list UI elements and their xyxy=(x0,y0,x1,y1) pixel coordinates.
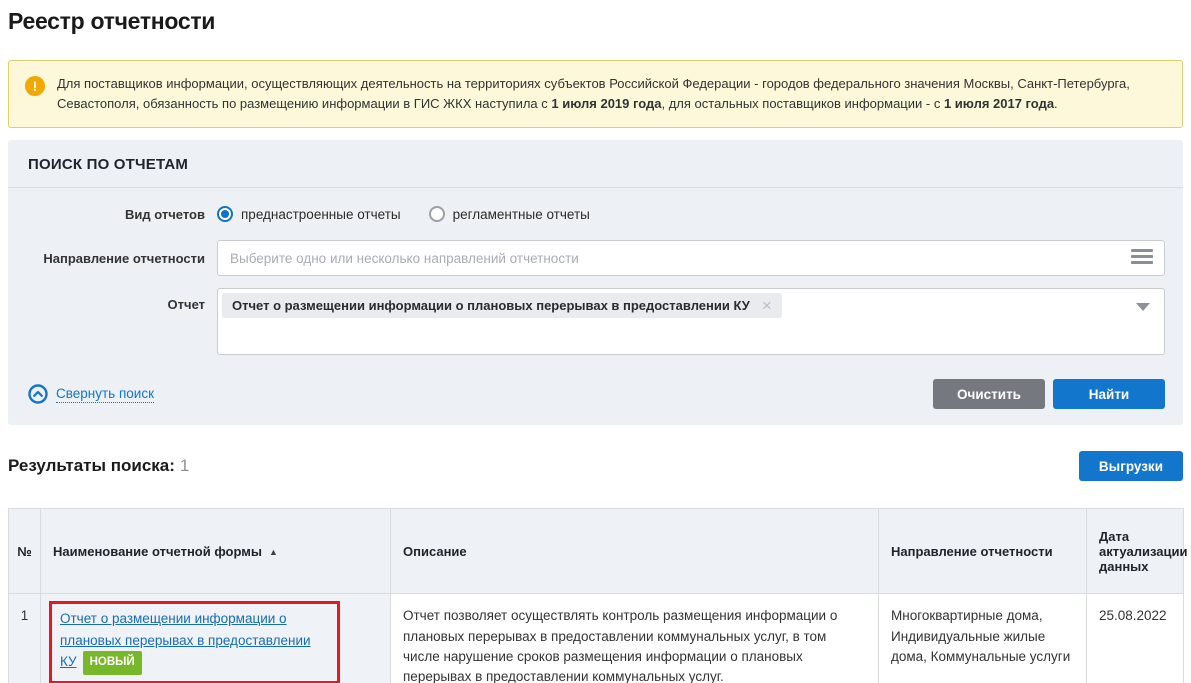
warning-icon: ! xyxy=(25,76,45,96)
highlight-red-box: Отчет о размещении информации о плановых… xyxy=(49,601,340,683)
radio-selected-icon[interactable] xyxy=(217,206,233,222)
radio-dot xyxy=(221,210,229,218)
close-icon[interactable]: × xyxy=(762,299,772,313)
search-panel-title: ПОИСК ПО ОТЧЕТАМ xyxy=(28,156,188,173)
new-badge: НОВЫЙ xyxy=(83,651,142,674)
results-table: № Наименование отчетной формы▲ Описание … xyxy=(8,508,1184,683)
row-description-cell: Отчет позволяет осуществлять контроль ра… xyxy=(391,594,879,683)
direction-label: Направление отчетности xyxy=(8,251,205,266)
radio-unselected-icon[interactable] xyxy=(429,206,445,222)
page-title: Реестр отчетности xyxy=(8,8,1183,35)
table-header-row: № Наименование отчетной формы▲ Описание … xyxy=(9,509,1184,594)
results-header: Результаты поиска: 1 Выгрузки xyxy=(8,451,1183,481)
chevron-down-icon[interactable] xyxy=(1136,303,1150,311)
results-count: 1 xyxy=(180,456,189,475)
row-name-cell: Отчет о размещении информации о плановых… xyxy=(41,594,391,683)
column-header-name[interactable]: Наименование отчетной формы ▲ xyxy=(41,509,391,594)
report-multiselect[interactable]: Отчет о размещении информации о плановых… xyxy=(217,288,1165,355)
radio-preset-reports[interactable]: преднастроенные отчеты xyxy=(217,206,401,222)
banner-text-after: . xyxy=(1054,96,1058,111)
report-type-label: Вид отчетов xyxy=(8,207,205,222)
exports-button[interactable]: Выгрузки xyxy=(1079,451,1183,481)
column-header-num: № xyxy=(9,509,41,594)
column-header-name-label: Наименование отчетной формы xyxy=(53,544,262,559)
selected-report-tag-label: Отчет о размещении информации о плановых… xyxy=(232,298,750,313)
banner-bold-date-2: 1 июля 2017 года xyxy=(944,96,1054,111)
radio-preset-reports-label: преднастроенные отчеты xyxy=(241,207,401,222)
sort-asc-icon[interactable]: ▲ xyxy=(269,547,278,557)
row-updated-cell: 25.08.2022 xyxy=(1087,594,1184,683)
radio-regulated-reports[interactable]: регламентные отчеты xyxy=(429,206,590,222)
row-direction-cell: Многоквартирные дома, Индивидуальные жил… xyxy=(879,594,1087,683)
report-row: Отчет Отчет о размещении информации о пл… xyxy=(8,288,1183,355)
report-registry-page: Реестр отчетности ! Для поставщиков инфо… xyxy=(0,0,1191,683)
clear-button[interactable]: Очистить xyxy=(933,379,1045,409)
table-row: 1 Отчет о размещении информации о планов… xyxy=(9,594,1184,683)
report-label: Отчет xyxy=(8,297,205,312)
direction-row: Направление отчетности xyxy=(8,240,1183,276)
banner-bold-date-1: 1 июля 2019 года xyxy=(551,96,661,111)
radio-regulated-reports-label: регламентные отчеты xyxy=(453,207,590,222)
search-buttons: Очистить Найти xyxy=(933,379,1165,409)
collapse-search-label: Свернуть поиск xyxy=(56,386,154,403)
column-header-direction: Направление отчетности xyxy=(879,509,1087,594)
search-form: Вид отчетов преднастроенные отчеты регла… xyxy=(8,188,1183,409)
direction-input[interactable] xyxy=(217,240,1165,276)
row-num-cell: 1 xyxy=(9,594,41,683)
banner-text: Для поставщиков информации, осуществляющ… xyxy=(57,74,1162,114)
search-panel: ПОИСК ПО ОТЧЕТАМ Вид отчетов преднастрое… xyxy=(8,140,1183,425)
banner-text-middle: , для остальных поставщиков информации -… xyxy=(661,96,943,111)
results-label: Результаты поиска: xyxy=(8,456,175,475)
list-icon[interactable] xyxy=(1131,249,1153,267)
search-panel-footer: Свернуть поиск Очистить Найти xyxy=(8,379,1183,409)
direction-field-wrap xyxy=(217,240,1165,276)
column-header-description: Описание xyxy=(391,509,879,594)
report-type-row: Вид отчетов преднастроенные отчеты регла… xyxy=(8,206,1183,222)
results-summary: Результаты поиска: 1 xyxy=(8,456,189,476)
report-type-radio-group: преднастроенные отчеты регламентные отче… xyxy=(217,206,1165,222)
find-button[interactable]: Найти xyxy=(1053,379,1165,409)
column-header-updated: Дата актуализации данных xyxy=(1087,509,1184,594)
info-banner: ! Для поставщиков информации, осуществля… xyxy=(8,60,1183,128)
chevron-up-circle-icon xyxy=(28,384,48,404)
search-panel-header: ПОИСК ПО ОТЧЕТАМ xyxy=(8,140,1183,188)
collapse-search-link[interactable]: Свернуть поиск xyxy=(28,384,154,404)
selected-report-tag: Отчет о размещении информации о плановых… xyxy=(222,293,782,318)
